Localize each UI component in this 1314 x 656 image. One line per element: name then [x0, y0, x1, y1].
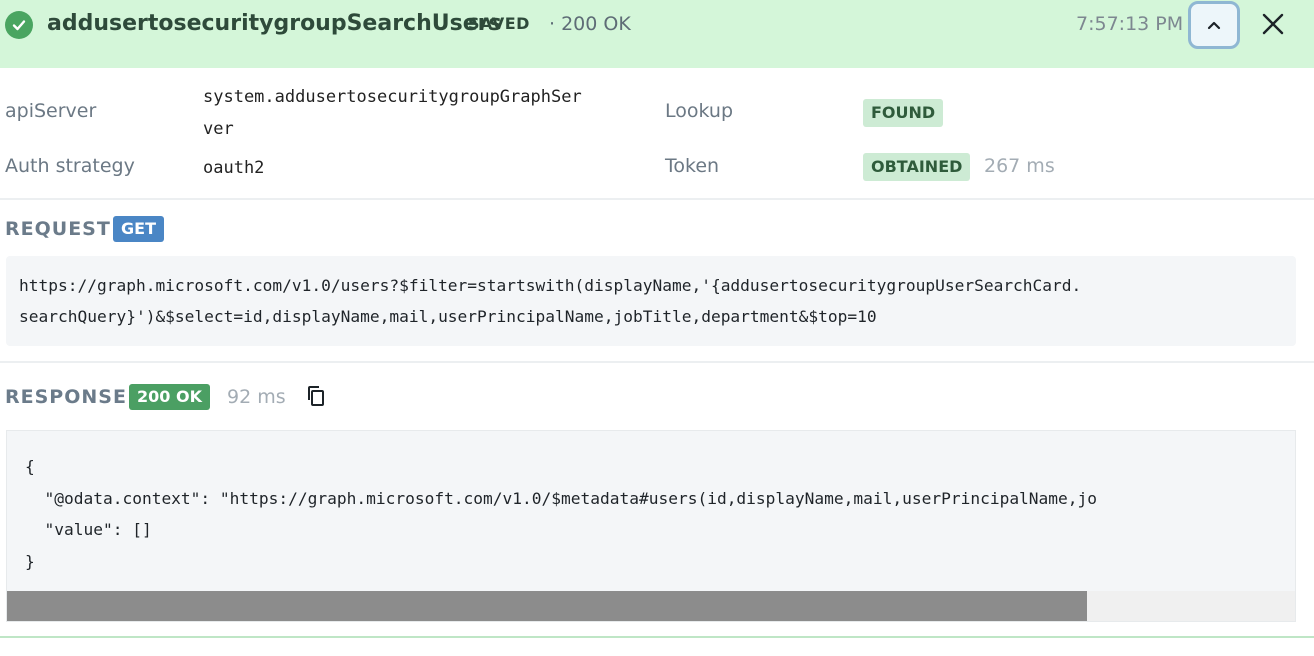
response-status-badge: 200 OK: [129, 384, 210, 410]
collapse-button[interactable]: [1188, 1, 1240, 49]
method-badge: GET: [113, 216, 164, 242]
status-text: · 200 OK: [549, 13, 631, 35]
response-section-title: RESPONSE: [5, 386, 127, 408]
response-body-box[interactable]: { "@odata.context": "https://graph.micro…: [6, 430, 1296, 622]
copy-icon: [306, 385, 326, 411]
response-body[interactable]: { "@odata.context": "https://graph.micro…: [25, 451, 1097, 577]
token-status-badge: OBTAINED: [863, 153, 971, 181]
request-url-box[interactable]: https://graph.microsoft.com/v1.0/users?$…: [6, 256, 1296, 346]
auth-strategy-value: oauth2: [203, 158, 265, 178]
api-server-label: apiServer: [5, 100, 97, 122]
scrollbar-thumb[interactable]: [7, 591, 1087, 621]
divider: [0, 361, 1314, 363]
close-button[interactable]: [1255, 8, 1291, 44]
close-icon: [1261, 12, 1285, 40]
check-circle-icon: [5, 11, 33, 39]
horizontal-scrollbar[interactable]: [7, 591, 1295, 621]
api-server-value: system.addusertosecuritygroupGraphSer ve…: [203, 87, 582, 139]
page-title: addusertosecuritygroupSearchUsers: [47, 11, 502, 36]
api-call-panel: addusertosecuritygroupSearchUsers SAVED …: [0, 0, 1314, 638]
auth-strategy-label: Auth strategy: [5, 155, 135, 177]
lookup-label: Lookup: [665, 100, 734, 122]
token-label: Token: [665, 155, 720, 177]
timestamp: 7:57:13 PM: [1076, 13, 1184, 35]
request-url[interactable]: https://graph.microsoft.com/v1.0/users?$…: [19, 270, 1283, 332]
panel-header: addusertosecuritygroupSearchUsers SAVED …: [0, 0, 1314, 68]
chevron-up-icon: [1206, 16, 1222, 35]
token-time: 267 ms: [984, 155, 1055, 177]
request-section-title: REQUEST: [5, 218, 111, 240]
lookup-status-badge: FOUND: [863, 99, 944, 127]
response-time: 92 ms: [227, 386, 286, 408]
copy-button[interactable]: [304, 386, 328, 410]
divider: [0, 198, 1314, 200]
saved-badge: SAVED: [468, 14, 530, 33]
